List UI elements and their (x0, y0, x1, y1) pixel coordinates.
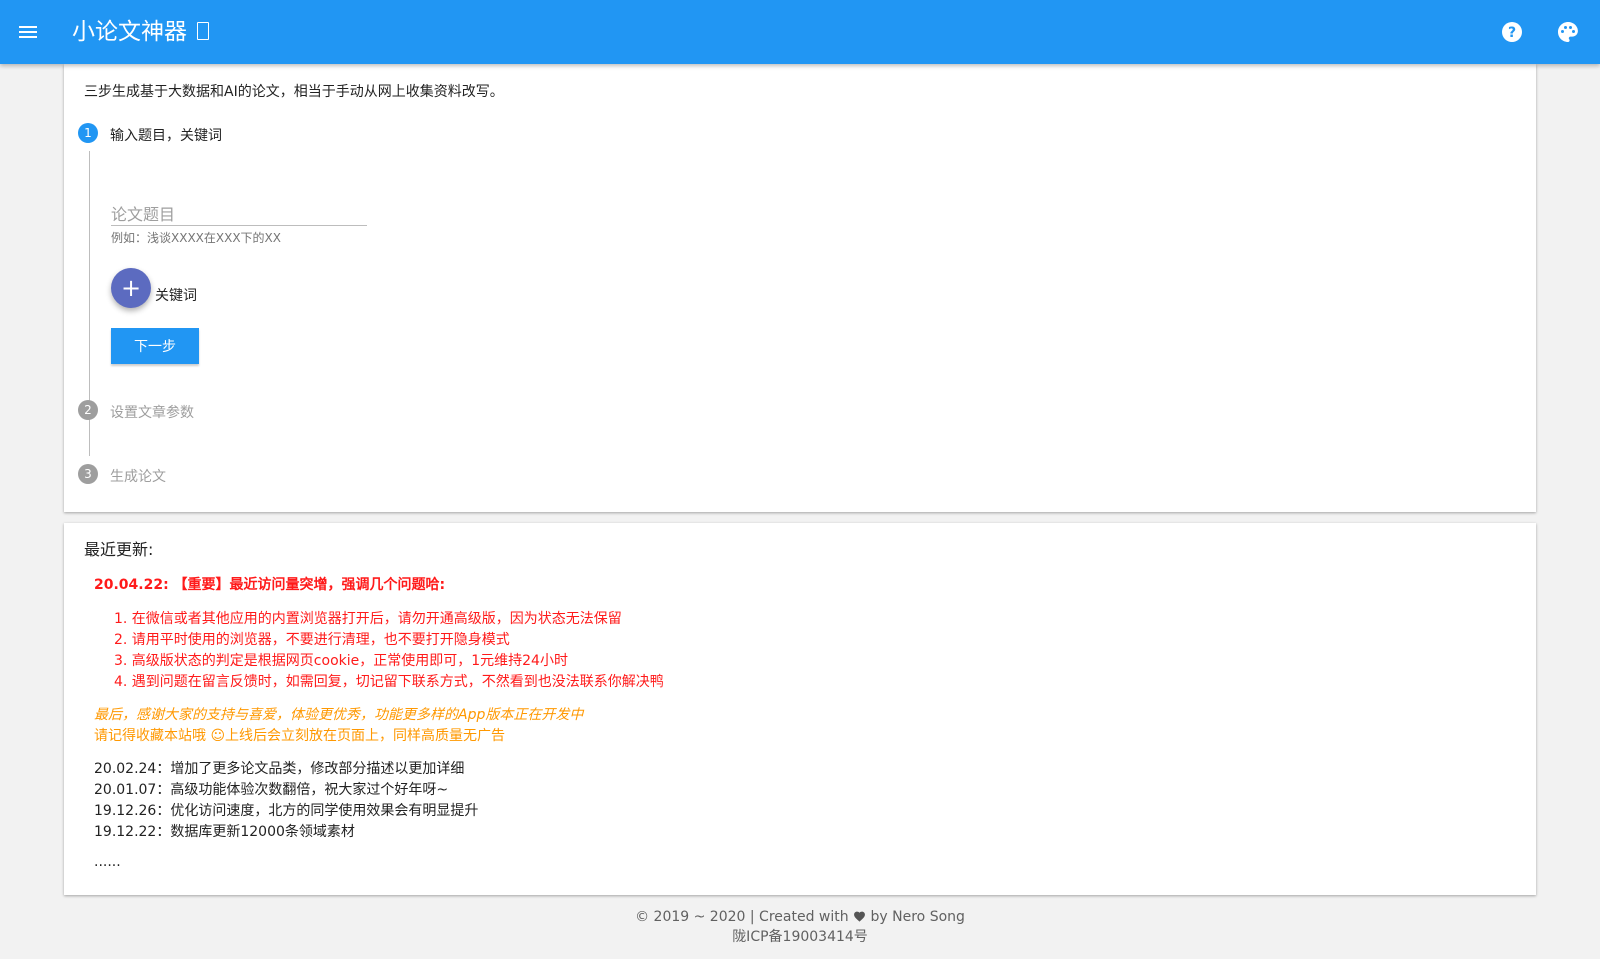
stepper-card: 三步生成基于大数据和AI的论文，相当于手动从网上收集资料改写。 1 输入题目，关… (64, 64, 1536, 512)
notice-item: 3. 高级版状态的判定是根据网页cookie，正常使用即可，1元维持24小时 (114, 653, 568, 669)
history-item: 19.12.22：数据库更新12000条领域素材 (94, 824, 355, 840)
footer-credit-prefix: © 2019 ~ 2020 | Created with (635, 909, 849, 925)
footer-icp[interactable]: 陇ICP备19003414号 (0, 928, 1600, 947)
updates-heading: 最近更新: (84, 540, 154, 559)
add-keyword-button[interactable]: + (111, 268, 151, 308)
heart-icon (853, 909, 866, 928)
app-title: 小论文神器 (72, 16, 209, 48)
palette-icon[interactable] (1556, 20, 1580, 44)
step-3-number: 3 (78, 464, 98, 484)
important-notice: 20.04.22: 【重要】最近访问量突增，强调几个问题哈: (94, 577, 446, 593)
notice-item: 2. 请用平时使用的浏览器，不要进行清理，也不要打开隐身模式 (114, 632, 510, 648)
app-title-text: 小论文神器 (72, 19, 187, 45)
more-ellipsis: ...... (94, 854, 121, 870)
intro-text: 三步生成基于大数据和AI的论文，相当于手动从网上收集资料改写。 (84, 84, 504, 100)
title-field-hint: 例如：浅谈XXXX在XXX下的XX (111, 231, 281, 245)
plus-icon: + (120, 274, 142, 302)
notice-list: 1. 在微信或者其他应用的内置浏览器打开后，请勿开通高级版，因为状态无法保留 2… (114, 609, 664, 693)
keyword-label: 关键词 (155, 288, 197, 304)
app-bar: 小论文神器 ? (0, 0, 1600, 64)
updates-card: 最近更新: 20.04.22: 【重要】最近访问量突增，强调几个问题哈: 1. … (64, 523, 1536, 895)
footer-credit: © 2019 ~ 2020 | Created with by Nero Son… (0, 908, 1600, 928)
notice-item: 1. 在微信或者其他应用的内置浏览器打开后，请勿开通高级版，因为状态无法保留 (114, 611, 622, 627)
box-glyph-icon (197, 22, 209, 40)
svg-text:?: ? (1508, 25, 1516, 41)
step-1-label: 输入题目，关键词 (110, 128, 222, 144)
step-2-number: 2 (78, 400, 98, 420)
history-item: 20.02.24：增加了更多论文品类，修改部分描述以更加详细 (94, 761, 465, 777)
update-history: 20.02.24：增加了更多论文品类，修改部分描述以更加详细 20.01.07：… (94, 759, 478, 843)
help-icon[interactable]: ? (1500, 20, 1524, 44)
history-item: 19.12.26：优化访问速度，北方的同学使用效果会有明显提升 (94, 803, 479, 819)
footer-credit-suffix: by Nero Song (870, 909, 965, 925)
thanks-note: 最后，感谢大家的支持与喜爱，体验更优秀，功能更多样的App版本正在开发中 (94, 707, 584, 723)
next-step-button[interactable]: 下一步 (111, 328, 199, 364)
step-3-label[interactable]: 生成论文 (110, 466, 166, 486)
step-2-label[interactable]: 设置文章参数 (110, 402, 194, 422)
bookmark-reminder: 请记得收藏本站哦 ☺上线后会立刻放在页面上，同样高质量无广告 (94, 728, 506, 744)
menu-icon[interactable] (16, 20, 40, 44)
title-input[interactable] (111, 197, 367, 225)
step-1-number: 1 (78, 123, 98, 143)
step-2-connector (89, 428, 90, 456)
footer: © 2019 ~ 2020 | Created with by Nero Son… (0, 908, 1600, 947)
notice-item: 4. 遇到问题在留言反馈时，如需回复，切记留下联系方式，不然看到也没法联系你解决… (114, 674, 664, 690)
title-input-underline (111, 225, 367, 226)
history-item: 20.01.07：高级功能体验次数翻倍，祝大家过个好年呀~ (94, 782, 449, 798)
